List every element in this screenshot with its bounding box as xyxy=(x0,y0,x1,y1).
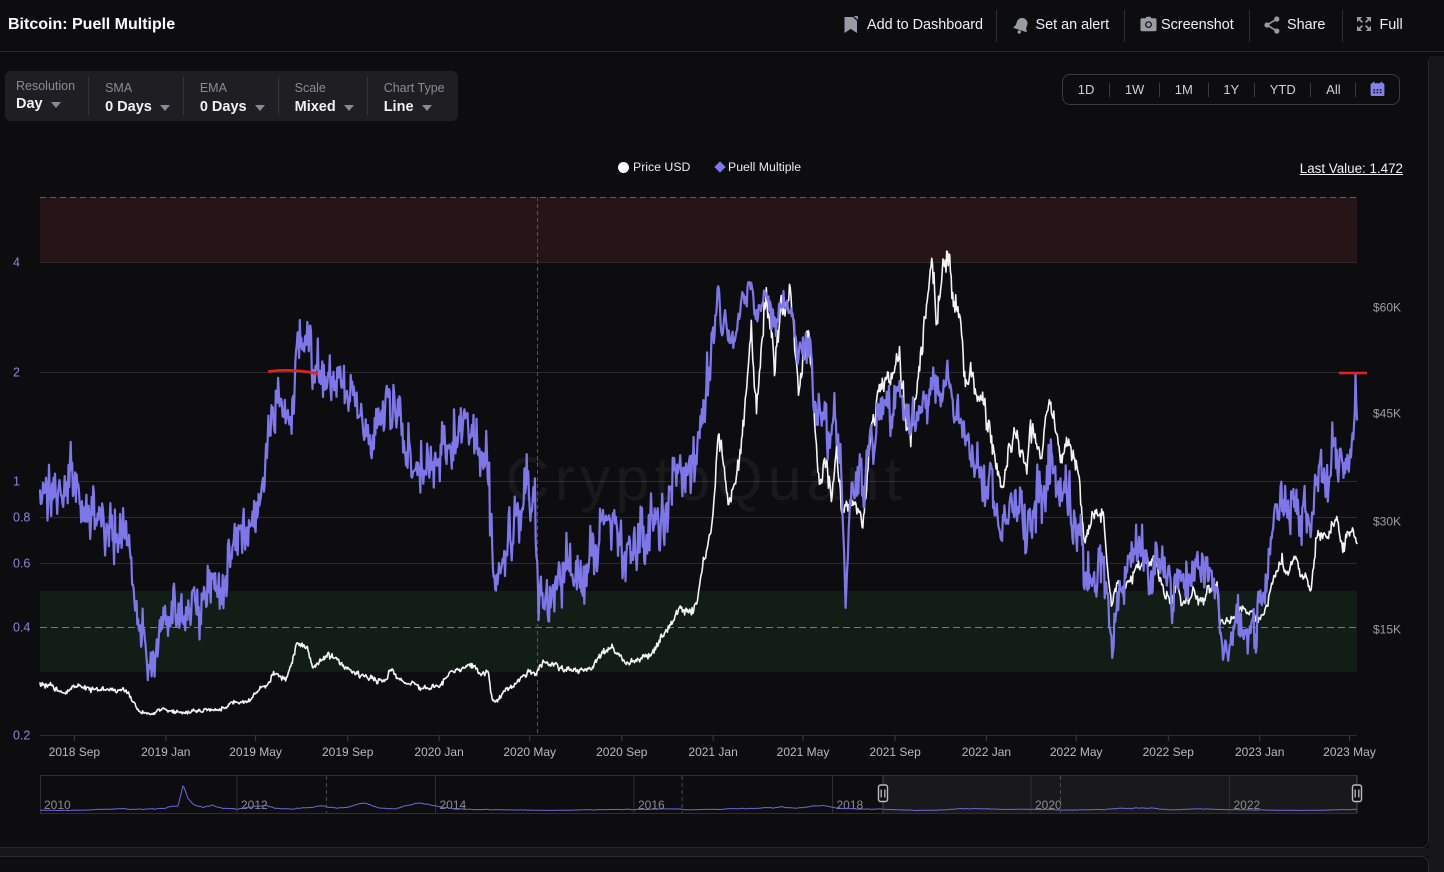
svg-text:2: 2 xyxy=(13,366,20,380)
svg-text:$45K: $45K xyxy=(1373,407,1401,421)
svg-text:1: 1 xyxy=(13,475,20,489)
svg-text:$30K: $30K xyxy=(1373,515,1401,529)
svg-text:0.6: 0.6 xyxy=(13,557,30,571)
svg-text:2023 May: 2023 May xyxy=(1323,745,1376,759)
svg-text:2022 May: 2022 May xyxy=(1050,745,1103,759)
svg-text:2021 May: 2021 May xyxy=(777,745,830,759)
svg-text:2020 May: 2020 May xyxy=(503,745,556,759)
svg-text:4: 4 xyxy=(13,256,20,270)
svg-text:2014: 2014 xyxy=(440,798,467,812)
svg-text:$15K: $15K xyxy=(1373,623,1401,637)
svg-text:2021 Sep: 2021 Sep xyxy=(869,745,921,759)
svg-text:2022 Sep: 2022 Sep xyxy=(1143,745,1195,759)
svg-text:$60K: $60K xyxy=(1373,301,1401,315)
svg-text:0.2: 0.2 xyxy=(13,729,30,743)
svg-text:2023 Jan: 2023 Jan xyxy=(1235,745,1284,759)
svg-text:2020 Sep: 2020 Sep xyxy=(596,745,648,759)
svg-text:0.4: 0.4 xyxy=(13,621,30,635)
svg-text:2021 Jan: 2021 Jan xyxy=(688,745,737,759)
svg-text:2022 Jan: 2022 Jan xyxy=(962,745,1011,759)
svg-text:0.8: 0.8 xyxy=(13,511,30,525)
svg-text:2012: 2012 xyxy=(241,798,268,812)
svg-text:2019 May: 2019 May xyxy=(229,745,282,759)
svg-text:2018 Sep: 2018 Sep xyxy=(49,745,101,759)
svg-text:2020 Jan: 2020 Jan xyxy=(414,745,463,759)
svg-text:2019 Jan: 2019 Jan xyxy=(141,745,190,759)
svg-text:2018: 2018 xyxy=(837,798,864,812)
svg-text:2019 Sep: 2019 Sep xyxy=(322,745,374,759)
